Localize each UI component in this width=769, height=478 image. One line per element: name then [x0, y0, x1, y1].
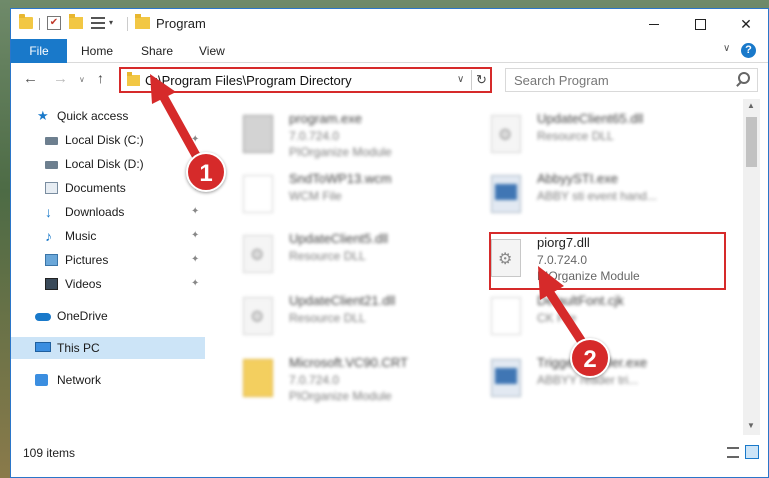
step-2-badge: 2 [570, 338, 610, 378]
annotation-arrows [150, 74, 589, 350]
arrow-2 [538, 266, 589, 350]
arrow-2-shaft [543, 285, 589, 350]
step-1-badge: 1 [186, 152, 226, 192]
